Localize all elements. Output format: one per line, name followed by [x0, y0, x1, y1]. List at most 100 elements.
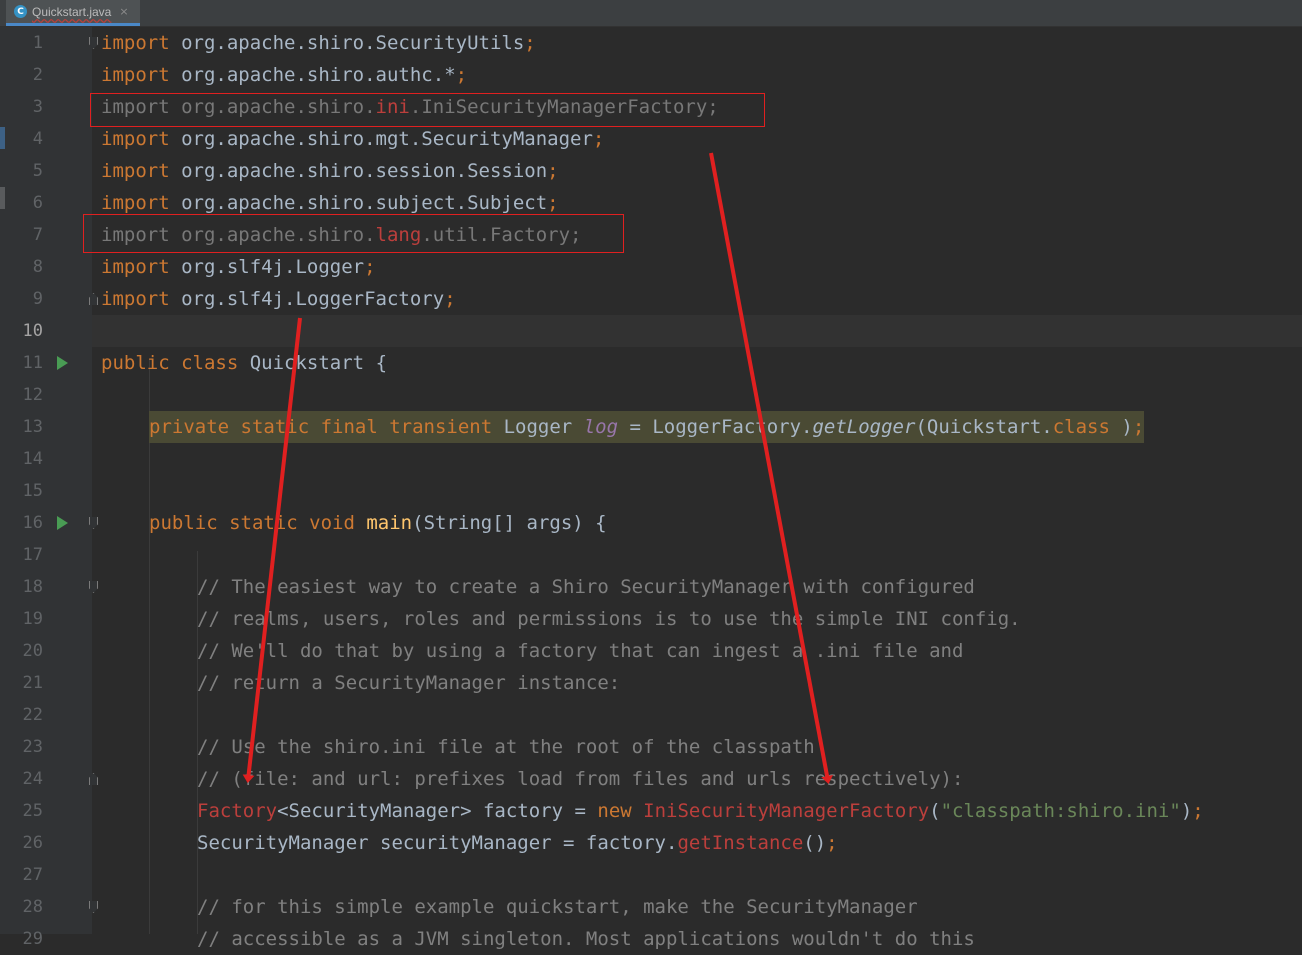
code-token: SecurityManager securityManager = factor… — [197, 832, 678, 854]
code-editor[interactable]: import org.apache.shiro.SecurityUtils; im… — [92, 27, 1302, 950]
code-token: class — [1052, 416, 1110, 438]
code-line[interactable]: private static final transient Logger lo… — [149, 411, 1145, 443]
code-line[interactable]: // accessible as a JVM singleton. Most a… — [197, 923, 975, 955]
code-line[interactable]: import org.apache.shiro.SecurityUtils; — [101, 27, 536, 59]
code-line[interactable]: // (file: and url: prefixes load from fi… — [197, 763, 963, 795]
code-token: <SecurityManager> factory = — [277, 800, 598, 822]
code-line[interactable]: // for this simple example quickstart, m… — [197, 891, 918, 923]
line-number: 14 — [22, 449, 43, 469]
line-number: 26 — [22, 833, 43, 853]
code-token: import — [101, 64, 170, 86]
caret-line-highlight — [92, 315, 1302, 347]
annotation-box-ini-import — [90, 93, 765, 127]
line-number: 18 — [22, 577, 43, 597]
code-token: Quickstart { — [249, 352, 388, 374]
indent-guide — [149, 359, 150, 934]
code-token: import — [101, 160, 170, 182]
code-token: Logger — [492, 416, 584, 438]
code-token: ; — [524, 32, 536, 54]
code-token: ; — [444, 288, 456, 310]
line-number: 4 — [32, 129, 43, 149]
code-line[interactable]: import org.apache.shiro.mgt.SecurityMana… — [101, 123, 604, 155]
code-line[interactable]: // Use the shiro.ini file at the root of… — [197, 731, 815, 763]
line-number: 25 — [22, 801, 43, 821]
code-token: // for this simple example quickstart, m… — [197, 896, 918, 918]
code-token: private static final transient — [149, 416, 493, 438]
code-line[interactable]: public static void main(String[] args) { — [149, 507, 607, 539]
code-token: (Quickstart. — [915, 416, 1053, 438]
line-number: 2 — [32, 65, 43, 85]
java-class-icon: C — [14, 5, 27, 18]
line-number: 21 — [22, 673, 43, 693]
code-token: // realms, users, roles and permissions … — [197, 608, 1021, 630]
line-number: 22 — [22, 705, 43, 725]
code-token: main — [366, 512, 413, 534]
code-token: public class — [101, 352, 239, 374]
line-number: 20 — [22, 641, 43, 661]
code-token: ; — [364, 256, 376, 278]
code-token: // (file: and url: prefixes load from fi… — [197, 768, 964, 790]
code-token: // Use the shiro.ini file at the root of… — [197, 736, 815, 758]
line-number: 10 — [22, 321, 43, 341]
line-number: 19 — [22, 609, 43, 629]
code-line[interactable]: // We'll do that by using a factory that… — [197, 635, 963, 667]
code-token: // We'll do that by using a factory that… — [197, 640, 964, 662]
code-line[interactable]: // The easiest way to create a Shiro Sec… — [197, 571, 975, 603]
code-token: // The easiest way to create a Shiro Sec… — [197, 576, 975, 598]
code-token: ; — [1132, 416, 1145, 438]
code-token: (String[] args) { — [412, 512, 607, 534]
line-number: 15 — [22, 481, 43, 501]
code-token: log — [583, 416, 619, 438]
code-token: ; — [826, 832, 838, 854]
line-number: 23 — [22, 737, 43, 757]
run-gutter-icon-line-16[interactable] — [57, 516, 68, 530]
annotation-box-factory-import — [83, 214, 624, 253]
line-number: 29 — [22, 929, 43, 949]
code-line[interactable]: // return a SecurityManager instance: — [197, 667, 620, 699]
code-token: = LoggerFactory. — [618, 416, 813, 438]
line-number: 17 — [22, 545, 43, 565]
line-number-gutter[interactable]: 1 2 3 4 5 6 7 8 9 10 11 12 13 14 15 16 17 18 19 20 21 22 23 24 2… — [5, 27, 98, 949]
code-line[interactable]: public class Quickstart { — [101, 347, 387, 379]
line-number: 8 — [32, 257, 43, 277]
close-icon[interactable]: × — [119, 5, 128, 18]
run-gutter-icon-line-11[interactable] — [57, 356, 68, 370]
code-token: Factory — [197, 800, 278, 822]
code-token: import — [101, 128, 170, 150]
code-line[interactable]: import org.apache.shiro.session.Session; — [101, 155, 559, 187]
code-token: public static void — [149, 512, 355, 534]
code-token: getInstance — [677, 832, 804, 854]
code-line[interactable]: import org.apache.shiro.authc.*; — [101, 59, 467, 91]
line-number: 16 — [22, 513, 43, 533]
code-token: import — [101, 256, 170, 278]
code-line[interactable]: import org.slf4j.Logger; — [101, 251, 376, 283]
code-token: ; — [547, 160, 559, 182]
code-line[interactable]: Factory<SecurityManager> factory = new I… — [197, 795, 1204, 827]
code-token: "classpath:shiro.ini" — [940, 800, 1181, 822]
line-number: 27 — [22, 865, 43, 885]
tab-quickstart-java[interactable]: C Quickstart.java × — [6, 0, 140, 26]
code-line[interactable]: SecurityManager securityManager = factor… — [197, 827, 838, 859]
code-token: IniSecurityManagerFactory — [643, 800, 930, 822]
code-token: ) — [1121, 416, 1133, 438]
code-token: org.apache.shiro.authc.* — [181, 64, 456, 86]
line-number: 9 — [32, 289, 43, 309]
editor-tab-bar: C Quickstart.java × — [0, 0, 1302, 27]
code-line[interactable]: import org.slf4j.LoggerFactory; — [101, 283, 456, 315]
code-token: () — [803, 832, 827, 854]
tab-label: Quickstart.java — [32, 4, 112, 19]
code-token: import — [101, 288, 170, 310]
line-number: 12 — [22, 385, 43, 405]
code-token: import — [101, 192, 170, 214]
code-token: // accessible as a JVM singleton. Most a… — [197, 928, 975, 950]
code-token: ; — [455, 64, 468, 86]
code-token: ( — [929, 800, 941, 822]
code-token: org.apache.shiro.subject.Subject — [181, 192, 548, 214]
code-token: org.slf4j.LoggerFactory — [181, 288, 445, 310]
code-line[interactable]: // realms, users, roles and permissions … — [197, 603, 1021, 635]
code-token: org.apache.shiro.SecurityUtils — [181, 32, 525, 54]
line-number: 7 — [32, 225, 43, 245]
code-token: ; — [592, 128, 605, 150]
